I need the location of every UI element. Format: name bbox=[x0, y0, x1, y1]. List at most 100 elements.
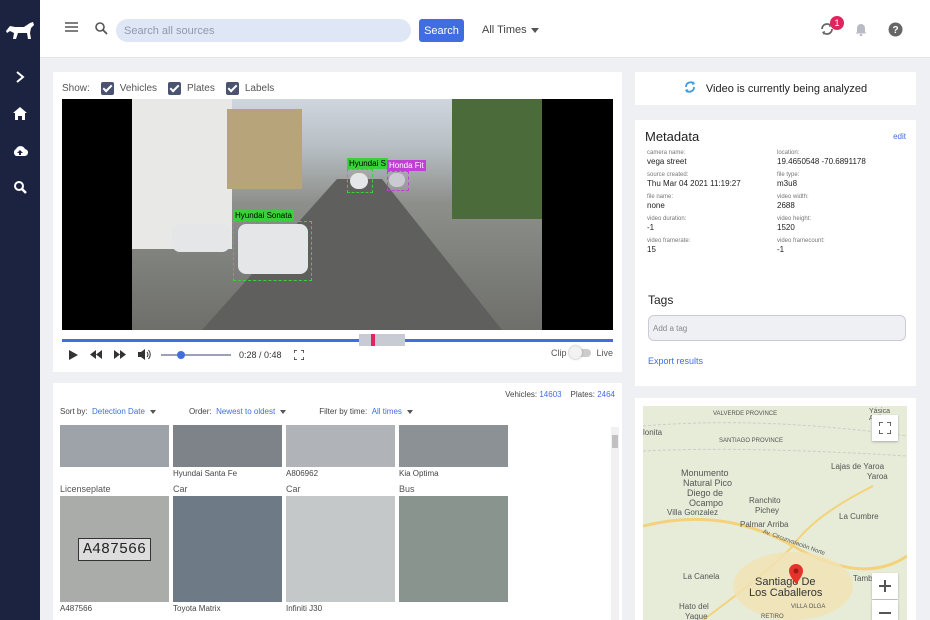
field-key: video framecount: bbox=[777, 238, 825, 244]
detections-panel: Vehicles: 14603 Plates: 2464 Sort by: De… bbox=[53, 383, 622, 620]
scrollbar[interactable] bbox=[611, 427, 619, 620]
map-panel: VALVERDE PROVINCE Yásica Arriba lonita S… bbox=[635, 398, 916, 620]
sort-by-dropdown[interactable]: Sort by: Detection Date bbox=[60, 407, 156, 416]
map-label: Hato del bbox=[679, 602, 709, 611]
field-value: 15 bbox=[647, 245, 656, 254]
bell-icon[interactable] bbox=[855, 23, 867, 39]
expand-chevron-icon[interactable] bbox=[0, 58, 40, 95]
field-key: file name: bbox=[647, 194, 674, 200]
clip-live-toggle: Clip Live bbox=[551, 346, 613, 359]
vehicles-toggle-label: Vehicles bbox=[119, 83, 158, 94]
field-key: file type: bbox=[777, 172, 800, 178]
map-label: VILLA OLGA bbox=[791, 604, 826, 610]
thumb-row: Hyundai Santa Fe A806962 Kia Optima bbox=[60, 425, 512, 478]
fast-forward-icon[interactable] bbox=[114, 350, 126, 359]
tags-title: Tags bbox=[648, 293, 674, 307]
cloud-upload-icon[interactable] bbox=[0, 132, 40, 169]
time-filter-select[interactable]: Filter by time: All times bbox=[319, 407, 413, 416]
detection-card[interactable]: A806962 bbox=[286, 425, 395, 478]
rewind-icon[interactable] bbox=[90, 350, 102, 359]
field-value: 19.4650548 -70.6891178 bbox=[777, 157, 866, 166]
metadata-field: video framerate: 15 bbox=[647, 238, 777, 254]
video-player[interactable]: Hyundai Sonata Hyundai S Honda Fit bbox=[62, 99, 613, 330]
map-label: Monumento bbox=[681, 468, 729, 478]
detection-card[interactable]: Car Infiniti J30 bbox=[286, 484, 395, 613]
detection-box[interactable]: Hyundai Sonata bbox=[233, 210, 312, 281]
playhead[interactable] bbox=[371, 334, 375, 346]
order-value: Newest to oldest bbox=[216, 407, 276, 416]
svg-text:?: ? bbox=[892, 25, 898, 36]
search-nav-icon[interactable] bbox=[0, 169, 40, 206]
location-pin-icon[interactable] bbox=[789, 564, 803, 587]
map-label: Yaque bbox=[685, 612, 708, 620]
map-fullscreen-button[interactable] bbox=[872, 415, 898, 441]
detection-image bbox=[399, 496, 508, 602]
menu-icon[interactable] bbox=[65, 22, 78, 35]
app-logo[interactable] bbox=[0, 0, 40, 58]
clip-marker[interactable] bbox=[359, 334, 405, 346]
export-results-link[interactable]: Export results bbox=[648, 356, 703, 366]
detection-image bbox=[399, 425, 508, 467]
metadata-title: Metadata bbox=[645, 129, 700, 144]
order-dropdown[interactable]: Order: Newest to oldest bbox=[189, 407, 287, 416]
metadata-field: file name: none bbox=[647, 194, 777, 210]
map-label: Pichey bbox=[755, 506, 780, 515]
plate-text: A487566 bbox=[77, 537, 151, 561]
detection-box[interactable]: Hyundai S bbox=[347, 158, 388, 193]
map-label: Yaroa bbox=[867, 472, 888, 481]
map-label: Diego de bbox=[687, 488, 724, 498]
detection-card[interactable]: Kia Optima bbox=[399, 425, 508, 478]
detection-card[interactable]: Hyundai Santa Fe bbox=[173, 425, 282, 478]
plates-count: 2464 bbox=[597, 390, 615, 399]
plates-checkbox[interactable] bbox=[168, 82, 182, 95]
overlay-toggles: Show: Vehicles Plates Labels bbox=[62, 82, 274, 95]
detection-category: Car bbox=[173, 484, 188, 494]
detection-image bbox=[173, 496, 282, 602]
detection-card[interactable]: Car Toyota Matrix bbox=[173, 484, 282, 613]
edit-metadata-link[interactable]: edit bbox=[893, 132, 906, 141]
vehicles-count-label: Vehicles: bbox=[505, 390, 538, 399]
field-value: -1 bbox=[647, 223, 655, 232]
detection-label: Honda Fit bbox=[387, 160, 426, 171]
field-key: video framerate: bbox=[647, 238, 691, 244]
help-icon[interactable]: ? bbox=[888, 22, 903, 40]
volume-icon[interactable] bbox=[138, 349, 151, 360]
search-button[interactable]: Search bbox=[419, 19, 464, 42]
vehicles-checkbox[interactable] bbox=[100, 82, 114, 95]
detection-label: Hyundai S bbox=[347, 158, 388, 169]
filter-label: Filter by time: bbox=[319, 407, 368, 416]
play-icon[interactable] bbox=[69, 349, 78, 360]
volume-handle[interactable] bbox=[177, 350, 185, 359]
detection-box[interactable]: Honda Fit bbox=[387, 160, 426, 191]
detection-card[interactable] bbox=[60, 425, 169, 478]
labels-checkbox[interactable] bbox=[225, 82, 239, 95]
map-label: Los Caballeros bbox=[749, 587, 823, 599]
detection-counts: Vehicles: 14603 Plates: 2464 bbox=[505, 390, 615, 399]
live-label: Live bbox=[596, 348, 613, 358]
detection-card[interactable]: Licenseplate A487566 A487566 bbox=[60, 484, 169, 613]
map-label: Lajas de Yaroa bbox=[831, 462, 885, 471]
tag-input[interactable] bbox=[648, 315, 906, 341]
zoom-in-button[interactable] bbox=[872, 573, 898, 599]
building bbox=[227, 109, 302, 189]
zoom-out-button[interactable] bbox=[872, 600, 898, 620]
playback-progress[interactable] bbox=[62, 339, 613, 342]
scrollbar-thumb[interactable] bbox=[612, 435, 618, 448]
fullscreen-icon[interactable] bbox=[293, 349, 304, 360]
caret-down-icon bbox=[149, 409, 156, 414]
labels-toggle-label: Labels bbox=[244, 83, 275, 94]
volume-slider[interactable] bbox=[161, 350, 231, 359]
detection-name: Hyundai Santa Fe bbox=[173, 469, 238, 478]
time-filter-label: All Times bbox=[482, 24, 527, 36]
map-label: SANTIAGO PROVINCE bbox=[719, 438, 784, 444]
detection-card[interactable]: Bus bbox=[399, 484, 508, 613]
map-label: lonita bbox=[643, 428, 663, 437]
clip-live-switch[interactable] bbox=[569, 346, 592, 359]
time-filter-dropdown[interactable]: All Times bbox=[482, 24, 539, 36]
search-input[interactable] bbox=[116, 19, 411, 42]
field-value: 2688 bbox=[777, 201, 795, 210]
location-map[interactable]: VALVERDE PROVINCE Yásica Arriba lonita S… bbox=[643, 406, 907, 620]
detection-category: Car bbox=[286, 484, 301, 494]
home-icon[interactable] bbox=[0, 95, 40, 132]
vehicles-count: 14603 bbox=[539, 390, 562, 399]
